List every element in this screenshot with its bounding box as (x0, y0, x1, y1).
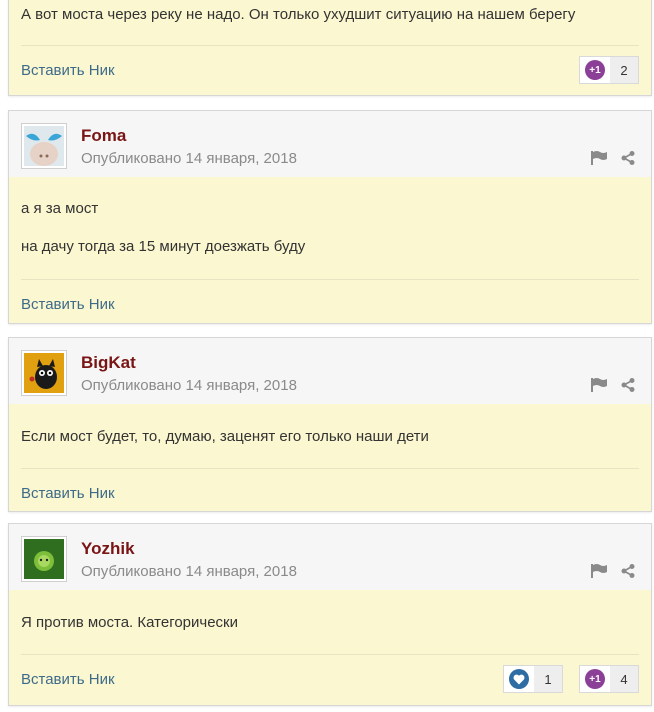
post-header: Foma Опубликовано 14 января, 2018 (9, 111, 651, 177)
avatar-image (24, 353, 64, 393)
post-body: Если мост будет, то, думаю, заценят его … (21, 427, 639, 447)
quote-nick-link[interactable]: Вставить Ник (21, 671, 115, 688)
reaction-plus-one[interactable]: +1 4 (579, 665, 639, 693)
reaction-plus-one[interactable]: +1 2 (579, 56, 639, 84)
post-body: а я за мост на дачу тогда за 15 минут до… (21, 199, 639, 257)
avatar-image (24, 126, 64, 166)
heart-icon (509, 669, 529, 689)
reaction-count: 2 (610, 57, 638, 83)
reactions: +1 2 (579, 56, 639, 84)
post-text: на дачу тогда за 15 минут доезжать буду (21, 238, 306, 255)
share-icon[interactable] (621, 151, 635, 165)
plus-one-icon: +1 (585, 669, 605, 689)
post-footer: Вставить Ник (21, 279, 639, 330)
avatar[interactable] (21, 123, 67, 169)
flag-icon[interactable] (591, 564, 607, 578)
quote-nick-link[interactable]: Вставить Ник (21, 62, 115, 79)
reaction-like[interactable]: 1 (503, 665, 563, 693)
post-text: а я за мост (21, 200, 99, 217)
flag-icon[interactable] (591, 151, 607, 165)
post-header: Yozhik Опубликовано 14 января, 2018 (9, 524, 651, 590)
quote-nick-link[interactable]: Вставить Ник (21, 296, 115, 313)
post-body: А вот моста через реку не надо. Он тольк… (21, 5, 639, 25)
post-text: Я против моста. Категорически (21, 614, 238, 631)
post: Foma Опубликовано 14 января, 2018 а я за… (8, 110, 652, 324)
post-text: А вот моста через реку не надо. Он тольк… (21, 6, 576, 23)
post-footer: Вставить Ник +1 2 (21, 45, 639, 96)
author-name[interactable]: Yozhik (81, 539, 135, 559)
plus-one-icon: +1 (585, 60, 605, 80)
post-date: Опубликовано 14 января, 2018 (81, 150, 297, 167)
post: BigKat Опубликовано 14 января, 2018 Если… (8, 337, 652, 512)
post-date: Опубликовано 14 января, 2018 (81, 377, 297, 394)
author-name[interactable]: Foma (81, 126, 126, 146)
post-tools (591, 151, 635, 165)
share-icon[interactable] (621, 564, 635, 578)
author-name[interactable]: BigKat (81, 353, 136, 373)
reaction-count: 4 (610, 666, 638, 692)
post-tools (591, 378, 635, 392)
post-date: Опубликовано 14 января, 2018 (81, 563, 297, 580)
post: А вот моста через реку не надо. Он тольк… (8, 0, 652, 96)
post-header: BigKat Опубликовано 14 января, 2018 (9, 338, 651, 404)
share-icon[interactable] (621, 378, 635, 392)
post-tools (591, 564, 635, 578)
quote-nick-link[interactable]: Вставить Ник (21, 485, 115, 502)
avatar[interactable] (21, 350, 67, 396)
post-footer: Вставить Ник 1 +1 4 (21, 654, 639, 705)
flag-icon[interactable] (591, 378, 607, 392)
post: Yozhik Опубликовано 14 января, 2018 Я пр… (8, 523, 652, 706)
reactions: 1 +1 4 (503, 665, 639, 693)
post-footer: Вставить Ник (21, 468, 639, 519)
post-text: Если мост будет, то, думаю, заценят его … (21, 428, 429, 445)
avatar-image (24, 539, 64, 579)
avatar[interactable] (21, 536, 67, 582)
reaction-count: 1 (534, 666, 562, 692)
post-body: Я против моста. Категорически (21, 613, 639, 633)
